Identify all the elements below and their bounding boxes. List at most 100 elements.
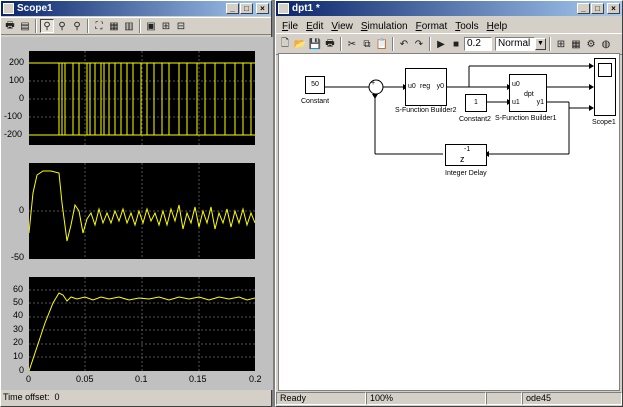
scope1-label: Scope1 [592, 119, 616, 126]
close-button[interactable]: × [607, 3, 620, 14]
status-bar: Ready 100% ode45 [276, 392, 622, 406]
plot3-ytick: 50 [13, 297, 24, 307]
autoscale-icon[interactable]: ⛶ [92, 19, 106, 33]
parameters-icon[interactable]: ▤ [18, 19, 32, 33]
explorer-icon[interactable]: ◍ [599, 37, 613, 51]
sfb2-input-label: u0 [408, 83, 416, 90]
plot1-ytick: 200 [9, 57, 25, 67]
sim-mode-select[interactable]: Normal [495, 37, 535, 51]
sfb2-output-label: y0 [436, 83, 444, 90]
menubar: File Edit View Simulation Format Tools H… [276, 19, 622, 33]
menu-view[interactable]: View [327, 21, 357, 32]
status-ready: Ready [276, 392, 366, 405]
plot3-ytick: 20 [13, 337, 24, 347]
status-zoom: 100% [366, 392, 486, 405]
xtick: 0.15 [189, 374, 207, 384]
plot-3-trace [29, 277, 255, 371]
sfb2-name: reg [420, 83, 431, 90]
maximize-button[interactable]: □ [240, 3, 253, 14]
delay-z: z [460, 154, 465, 164]
sfb1-input0-label: u0 [512, 81, 520, 88]
stop-simulation-icon[interactable]: ■ [449, 37, 463, 51]
xtick: 0.05 [76, 374, 94, 384]
signal-selection-icon[interactable]: ⊞ [159, 19, 173, 33]
redo-icon[interactable]: ↷ [412, 37, 426, 51]
status-solver: ode45 [522, 392, 622, 405]
menu-simulation[interactable]: Simulation [357, 21, 412, 32]
maximize-button[interactable]: □ [591, 3, 604, 14]
start-simulation-icon[interactable]: ▶ [434, 37, 448, 51]
stop-time-input[interactable]: 0.2 [464, 37, 492, 51]
open-icon[interactable]: 📂 [293, 37, 307, 51]
integer-delay-block[interactable]: -1 z [445, 144, 487, 166]
plot3-ytick: 60 [13, 284, 24, 294]
scope-toolbar: 🖶 ▤ ⚲ ⚲ ⚲ ⛶ ▦ ▥ ▣ ⊞ ⊟ [1, 17, 271, 35]
plot-1-trace [29, 51, 255, 145]
xtick: 0 [26, 374, 32, 384]
scope-plot-2[interactable] [29, 163, 255, 259]
library-browser-icon[interactable]: ▦ [569, 37, 583, 51]
plot2-ytick: -50 [11, 252, 25, 262]
print-icon[interactable]: 🖶 [323, 37, 337, 51]
status-empty [486, 392, 522, 405]
zoom-icon[interactable]: ⚲ [40, 19, 54, 33]
plot1-ytick: 0 [19, 93, 25, 103]
scope-plot-1[interactable] [29, 51, 255, 145]
close-button[interactable]: × [256, 3, 269, 14]
sfb1-output-label: y1 [536, 99, 544, 106]
menu-edit[interactable]: Edit [302, 21, 327, 32]
sfb1-name: dpt [524, 91, 534, 98]
lock-axes-icon[interactable]: ⊟ [174, 19, 188, 33]
connection-lines [325, 63, 594, 157]
model-browser-icon[interactable]: ⊞ [554, 37, 568, 51]
constant-block[interactable]: 50 [305, 76, 325, 94]
floating-scope-icon[interactable]: ▣ [144, 19, 158, 33]
minimize-button[interactable]: _ [577, 3, 590, 14]
scope-screen [598, 63, 612, 77]
save-axes-icon[interactable]: ▦ [107, 19, 121, 33]
delay-exponent: -1 [464, 146, 471, 153]
scope1-block[interactable] [594, 58, 616, 116]
menu-help[interactable]: Help [483, 21, 512, 32]
undo-icon[interactable]: ↶ [397, 37, 411, 51]
minimize-button[interactable]: _ [226, 3, 239, 14]
new-icon[interactable]: 🗋 [278, 37, 292, 51]
constant2-block[interactable]: 1 [465, 94, 487, 112]
model-titlebar[interactable]: dpt1 * _ □ × [276, 1, 622, 16]
sfb1-label: S-Function Builder1 [495, 115, 557, 122]
plot1-ytick: 100 [9, 75, 25, 85]
time-offset-value: 0 [54, 392, 60, 402]
time-offset-label: Time offset: [3, 392, 50, 402]
time-offset: Time offset: 0 [3, 392, 60, 402]
model-canvas[interactable]: 50 Constant + u0 reg y0 S-Function Build… [278, 53, 620, 391]
menu-file[interactable]: File [278, 21, 302, 32]
zoom-x-icon[interactable]: ⚲ [55, 19, 69, 33]
model-toolbar: 🗋 📂 💾 🖶 ✂ ⧉ 📋 ↶ ↷ ▶ ■ 0.2 Normal ▼ ⊞ ▦ ⚙… [276, 33, 622, 55]
sfb2-label: S-Function Builder2 [395, 107, 457, 114]
paste-icon[interactable]: 📋 [375, 37, 389, 51]
save-icon[interactable]: 💾 [308, 37, 322, 51]
copy-icon[interactable]: ⧉ [360, 37, 374, 51]
model-window: dpt1 * _ □ × File Edit View Simulation F… [275, 0, 623, 407]
s-function-builder2-block[interactable]: u0 reg y0 [405, 68, 447, 106]
plot-2-trace [29, 163, 255, 259]
plot3-ytick: 40 [13, 310, 24, 320]
print-icon[interactable]: 🖶 [3, 19, 17, 33]
zoom-y-icon[interactable]: ⚲ [70, 19, 84, 33]
menu-tools[interactable]: Tools [451, 21, 482, 32]
menu-format[interactable]: Format [412, 21, 452, 32]
chevron-down-icon[interactable]: ▼ [535, 38, 546, 50]
cut-icon[interactable]: ✂ [345, 37, 359, 51]
constant-label: Constant [301, 98, 330, 105]
model-title: dpt1 * [292, 3, 320, 14]
restore-axes-icon[interactable]: ▥ [122, 19, 136, 33]
scope-plot-3[interactable] [29, 277, 255, 371]
plot2-ytick: 0 [19, 205, 25, 215]
s-function-builder1-block[interactable]: u0 u1 dpt y1 [509, 74, 547, 112]
debug-icon[interactable]: ⚙ [584, 37, 598, 51]
xtick: 0.2 [249, 374, 262, 384]
scope-title: Scope1 [17, 3, 53, 14]
xtick: 0.1 [135, 374, 148, 384]
scope-window-icon [3, 3, 14, 14]
scope-titlebar[interactable]: Scope1 _ □ × [1, 1, 271, 16]
